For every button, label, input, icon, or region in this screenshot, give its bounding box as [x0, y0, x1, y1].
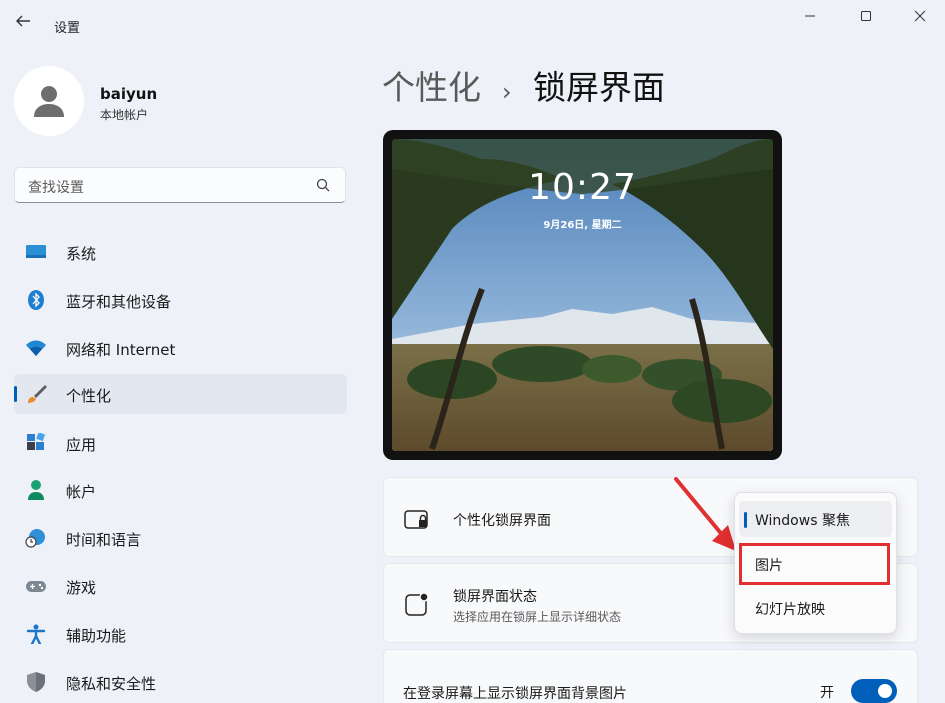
brush-icon [28, 385, 47, 403]
sidebar-item-label: 蓝牙和其他设备 [66, 293, 172, 311]
bluetooth-icon [28, 290, 44, 310]
monitor-icon [26, 245, 46, 258]
sidebar-item-label: 时间和语言 [66, 531, 142, 549]
sidebar-item-gaming[interactable]: 游戏 [14, 566, 347, 606]
globe-clock-icon [25, 529, 45, 548]
dropdown-option-label: 幻灯片放映 [755, 602, 825, 618]
avatar[interactable] [14, 66, 84, 136]
close-icon [914, 10, 926, 22]
toggle-state-label: 开 [820, 685, 834, 701]
gamepad-icon [26, 581, 46, 592]
sidebar-item-label: 网络和 Internet [66, 341, 176, 359]
lock-screen-icon [404, 510, 428, 529]
lock-screen-time: 10:27 [528, 167, 637, 208]
active-indicator [14, 386, 17, 402]
sidebar-item-apps[interactable]: 应用 [14, 423, 347, 463]
search-placeholder: 查找设置 [28, 180, 84, 196]
lock-screen-status-title: 锁屏界面状态 [453, 589, 537, 605]
selected-indicator [744, 512, 747, 528]
dropdown-option-windows-spotlight[interactable]: Windows 聚焦 [739, 501, 892, 537]
show-background-title: 在登录屏幕上显示锁屏界面背景图片 [403, 686, 627, 702]
lock-screen-status-subtitle: 选择应用在锁屏上显示详细状态 [453, 610, 622, 624]
status-icon [405, 592, 429, 616]
sidebar-item-accessibility[interactable]: 辅助功能 [14, 614, 347, 654]
shield-icon [27, 672, 45, 692]
sidebar-item-bluetooth[interactable]: 蓝牙和其他设备 [14, 280, 347, 320]
app-title: 设置 [54, 21, 81, 36]
back-button[interactable] [12, 12, 34, 34]
page-title: 锁屏界面 [533, 68, 665, 107]
lock-screen-preview: 10:27 9月26日, 星期二 [383, 130, 782, 460]
show-background-card: 在登录屏幕上显示锁屏界面背景图片 开 [383, 649, 918, 703]
account-type: 本地帐户 [100, 108, 149, 122]
sidebar-item-privacy[interactable]: 隐私和安全性 [14, 662, 347, 702]
toggle-knob [878, 684, 892, 698]
show-background-toggle[interactable] [851, 679, 897, 703]
minimize-button[interactable] [795, 6, 825, 28]
sidebar-item-label: 应用 [66, 436, 97, 454]
maximize-button[interactable] [851, 6, 881, 28]
user-name: baiyun [100, 85, 158, 103]
dropdown-option-slideshow[interactable]: 幻灯片放映 [739, 590, 892, 626]
sidebar-item-time-language[interactable]: 时间和语言 [14, 518, 347, 558]
accessibility-icon [26, 624, 46, 644]
search-icon [316, 178, 330, 192]
sidebar-item-accounts[interactable]: 帐户 [14, 470, 347, 510]
sidebar-item-label: 帐户 [66, 483, 97, 501]
annotation-highlight-box [739, 543, 890, 585]
personalize-lock-screen-title: 个性化锁屏界面 [453, 513, 551, 529]
breadcrumb-parent[interactable]: 个性化 [382, 66, 481, 110]
sidebar-item-personalization[interactable]: 个性化 [14, 374, 347, 414]
sidebar-item-label: 个性化 [66, 387, 112, 405]
user-avatar-icon [34, 86, 64, 117]
minimize-icon [805, 15, 815, 17]
wifi-icon [26, 340, 46, 356]
search-input[interactable]: 查找设置 [14, 167, 346, 203]
arrow-left-icon [16, 15, 30, 27]
title-bar: 设置 [0, 0, 945, 40]
sidebar-item-label: 辅助功能 [66, 627, 127, 645]
person-icon [28, 480, 44, 500]
dropdown-option-label: Windows 聚焦 [755, 513, 850, 529]
sidebar-item-label: 隐私和安全性 [66, 675, 157, 693]
apps-icon [27, 433, 46, 450]
maximize-icon [861, 11, 871, 21]
close-button[interactable] [905, 6, 935, 28]
lock-screen-date: 9月26日, 星期二 [543, 220, 622, 231]
sidebar-item-label: 游戏 [66, 579, 97, 597]
sidebar-item-network[interactable]: 网络和 Internet [14, 328, 347, 368]
sidebar-item-system[interactable]: 系统 [14, 232, 347, 272]
sidebar-item-label: 系统 [66, 245, 97, 263]
annotation-arrow [674, 477, 736, 551]
breadcrumb-separator: › [502, 78, 512, 106]
